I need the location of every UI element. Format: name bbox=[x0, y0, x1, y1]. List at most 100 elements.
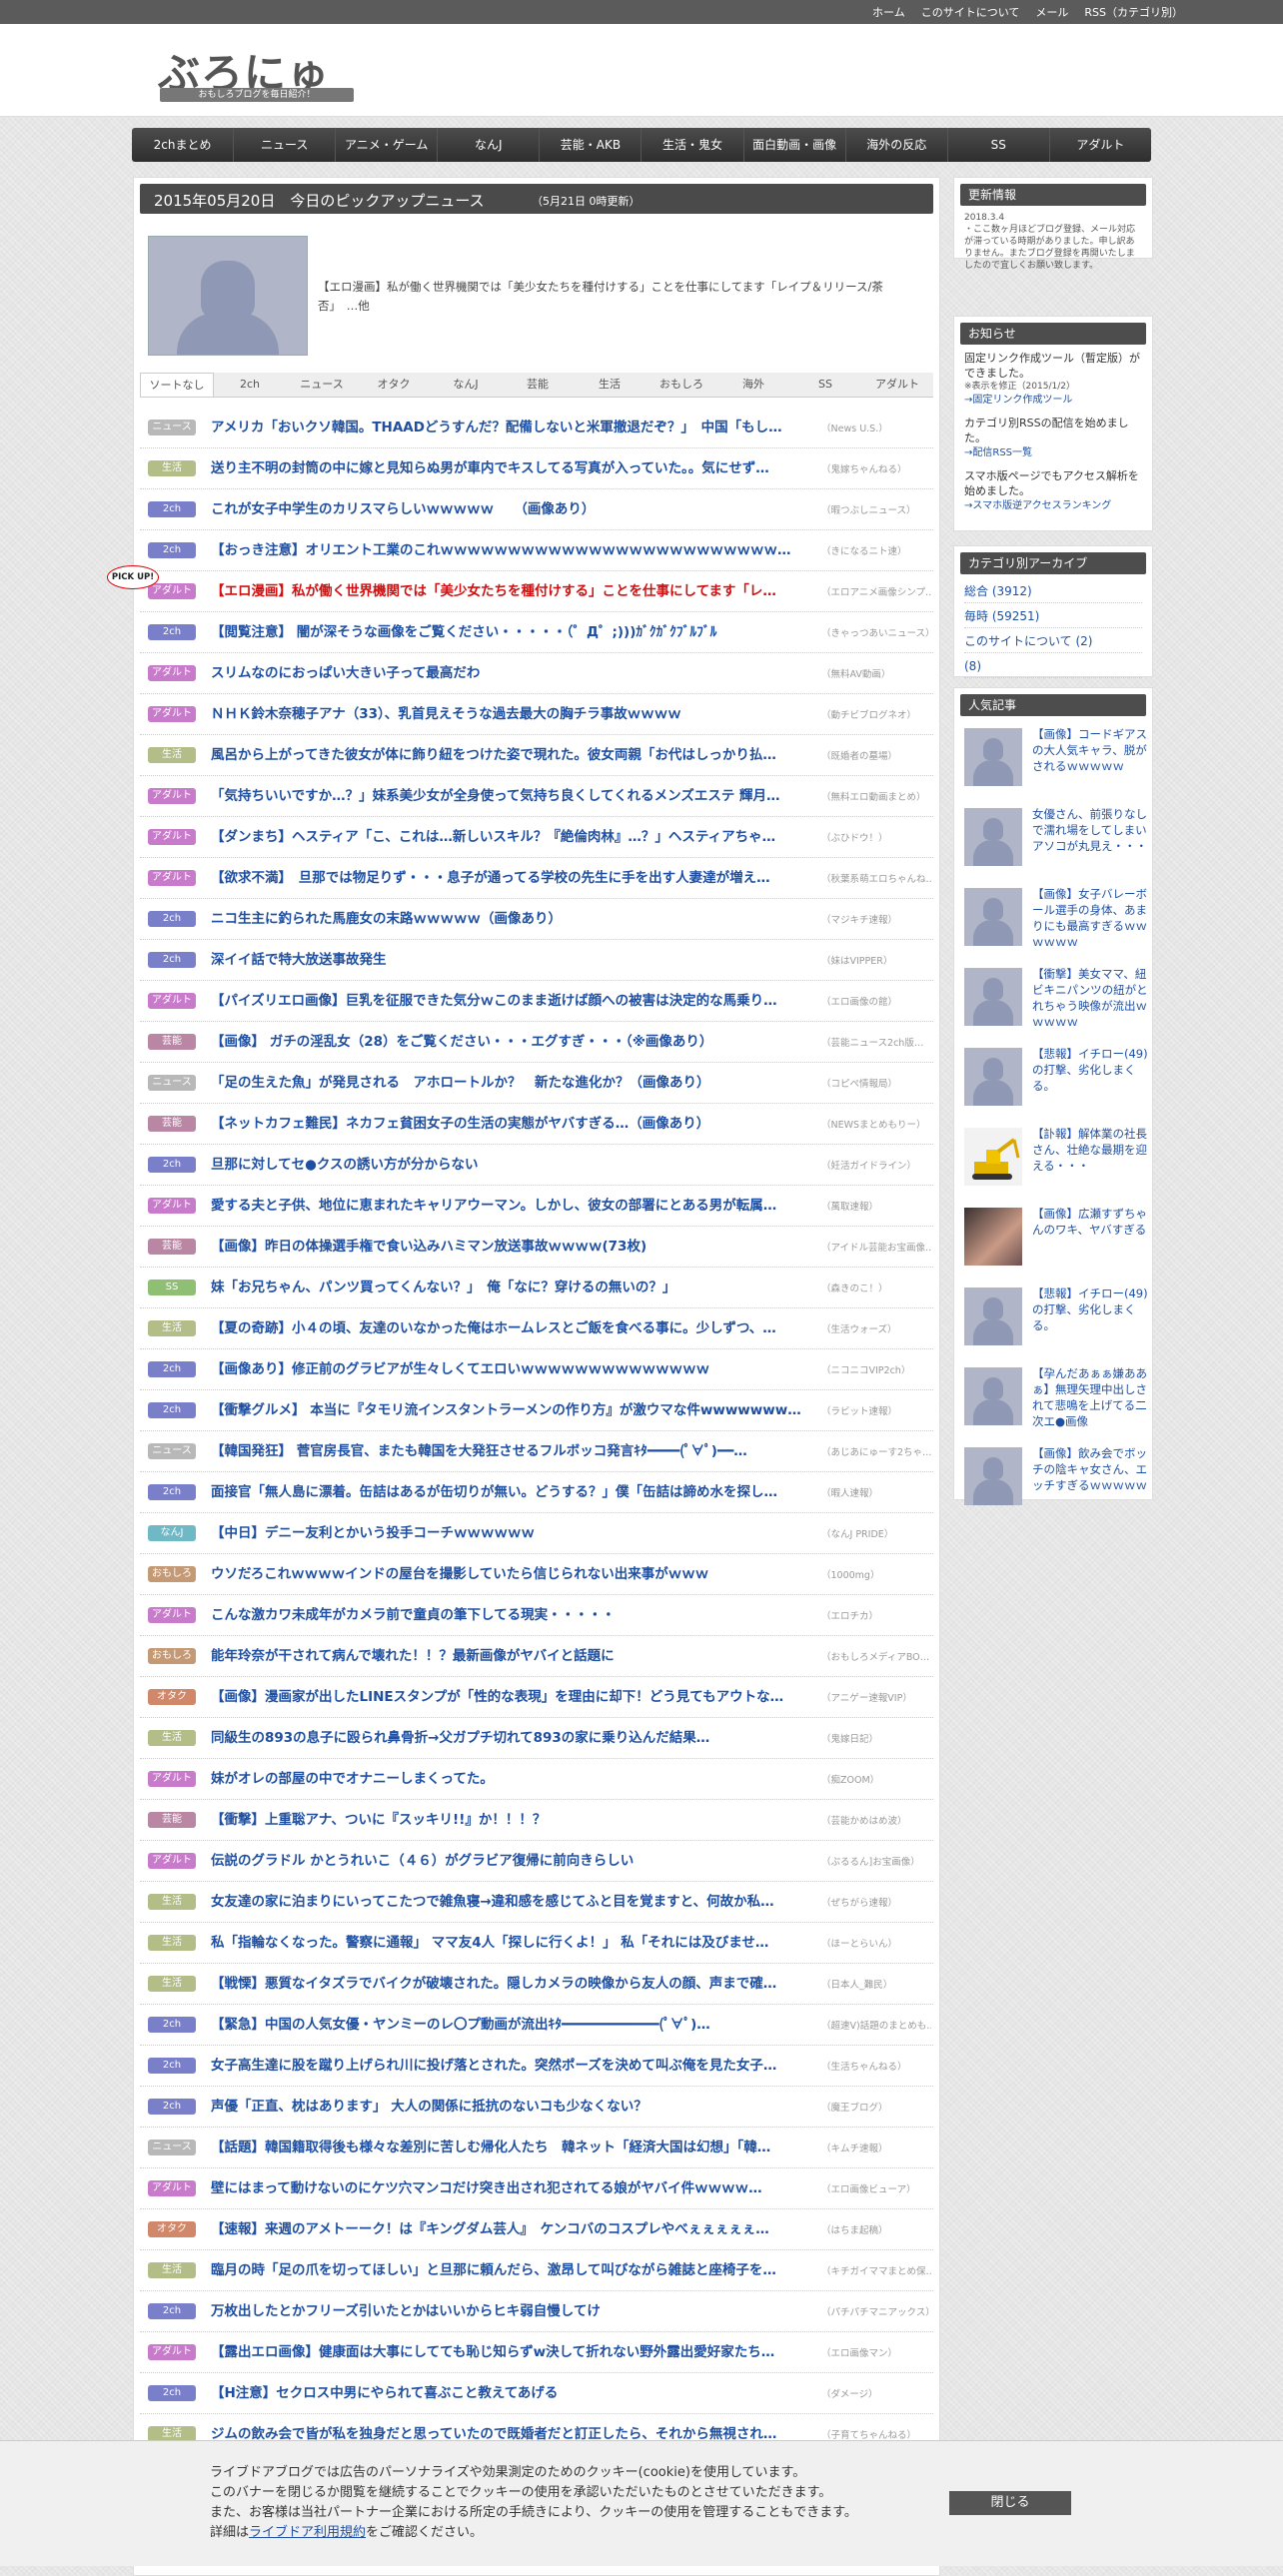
article-title-link[interactable]: ウソだろこれｗｗｗｗインドの屋台を撮影していたら信じられない出来事がｗｗｗ bbox=[211, 1565, 806, 1583]
article-title-link[interactable]: 【露出エロ画像】健康面は大事にしてても恥じ知らずw決して折れない野外露出愛好家た… bbox=[211, 2343, 806, 2361]
article-title-link[interactable]: ＮＨＫ鈴木奈穂子アナ（33）、乳首見えそうな過去最大の胸チラ事故ｗｗｗｗ bbox=[211, 705, 806, 723]
archive-item-all[interactable]: 総合 (3912) bbox=[964, 580, 1142, 603]
pickup-feature[interactable]: 【エロ漫画】私が働く世界機関では「美少女たちを種付けする」ことを仕事にしてます「… bbox=[148, 236, 927, 356]
article-title-link[interactable]: 【衝撃】上重聡アナ、ついに『スッキリ!!』か！！！？ bbox=[211, 1811, 806, 1829]
article-title-link[interactable]: 臨月の時「足の爪を切ってほしい」と旦那に頼んだら、激昂して叫びながら雑誌と座椅子… bbox=[211, 2261, 806, 2279]
article-row[interactable]: 生活 【戦慄】悪質なイタズラでバイクが破壊された。隠しカメラの映像から友人の顔、声… bbox=[140, 1964, 933, 2005]
popular-thumbnail[interactable] bbox=[964, 888, 1022, 946]
popular-title-link[interactable]: 女優さん、前張りなしで濡れ場をしてしまいアソコが丸見え・・・ bbox=[1032, 806, 1150, 854]
popular-item[interactable]: 【悲報】イチロー(49)の打撃、劣化しまくる。 bbox=[964, 1282, 1148, 1361]
nav-item-funny[interactable]: 面白動画・画像 bbox=[744, 128, 846, 162]
popular-thumbnail[interactable] bbox=[964, 1048, 1022, 1106]
article-row[interactable]: ニュース 【話題】韓国籍取得後も様々な差別に苦しむ帰化人たち 韓ネット「経済大国は… bbox=[140, 2128, 933, 2168]
article-title-link[interactable]: 声優「正直、枕はあります」 大人の関係に抵抗のないコも少なくない？ bbox=[211, 2098, 806, 2116]
notice-link-permalink-tool[interactable]: →固定リンク作成ツール bbox=[964, 393, 1142, 408]
archive-item-other[interactable]: (8) bbox=[964, 655, 1142, 678]
article-row[interactable]: アダルト 妹がオレの部屋の中でオナニーしまくってた。 （痴ZOOM） bbox=[140, 1759, 933, 1800]
article-title-link[interactable]: 同級生の893の息子に殴られ鼻骨折→父ガプチ切れて893の家に乗り込んだ結果… bbox=[211, 1729, 806, 1747]
article-title-link[interactable]: 愛する夫と子供、地位に恵まれたキャリアウーマン。しかし、彼女の部署にとある男が転… bbox=[211, 1197, 806, 1215]
article-row[interactable]: 生活 同級生の893の息子に殴られ鼻骨折→父ガプチ切れて893の家に乗り込んだ結果… bbox=[140, 1718, 933, 1759]
article-title-link[interactable]: 【画像あり】修正前のグラビアが生々しくてエロいｗｗｗｗｗｗｗｗｗｗｗｗｗｗ bbox=[211, 1360, 806, 1378]
article-title-link[interactable]: 【戦慄】悪質なイタズラでバイクが破壊された。隠しカメラの映像から友人の顔、声まで… bbox=[211, 1975, 806, 1993]
article-title-link[interactable]: 送り主不明の封筒の中に嫁と見知らぬ男が車内でキスしてる写真が入っていた。。気にせ… bbox=[211, 459, 806, 477]
tab-nanj[interactable]: なんJ bbox=[430, 373, 502, 397]
article-row[interactable]: SS 妹「お兄ちゃん、パンツ買ってくんない？」 俺「なに？穿けるの無いの？」 （森き… bbox=[140, 1268, 933, 1308]
tab-ss[interactable]: SS bbox=[789, 373, 861, 397]
article-row[interactable]: おもしろ 能年玲奈が干されて病んで壊れた！！？最新画像がヤバイと話題に （おもしろメ… bbox=[140, 1636, 933, 1677]
nav-item-ss[interactable]: SS bbox=[948, 128, 1050, 162]
article-row[interactable]: 芸能 【衝撃】上重聡アナ、ついに『スッキリ!!』か！！！？ （芸能かめはめ波） bbox=[140, 1800, 933, 1841]
article-title-link[interactable]: 【韓国発狂】 菅官房長官、またも韓国を大発狂させるフルボッコ発言ｷﾀ━━━━(ﾟ… bbox=[211, 1442, 806, 1460]
popular-item[interactable]: 【訃報】解体業の社長さん、壮絶な最期を迎える・・・ bbox=[964, 1122, 1147, 1202]
article-title-link[interactable]: 【画像】漫画家が出したLINEスタンプが「性的な表現」を理由に却下！どう見てもア… bbox=[211, 1688, 806, 1706]
article-title-link[interactable]: 私「指輪なくなった。警察に通報」 ママ友4人「探しに行くよ！」 私「それには及び… bbox=[211, 1934, 806, 1952]
article-title-link[interactable]: 伝説のグラドル かとうれいこ（４６）がグラビア復帰に前向きらしい bbox=[211, 1852, 806, 1870]
article-title-link[interactable]: 【話題】韓国籍取得後も様々な差別に苦しむ帰化人たち 韓ネット「経済大国は幻想」「… bbox=[211, 2139, 806, 2156]
article-row[interactable]: アダルト スリムなのにおっぱい大きい子って最高だわ （無料AV動画） bbox=[140, 653, 933, 694]
article-row[interactable]: アダルト 【ダンまち】ヘスティア「こ、これは…新しいスキル？『絶倫肉林』…？」ヘス… bbox=[140, 817, 933, 858]
site-logo[interactable]: ぶろにゅー おもしろブログを毎日紹介！ bbox=[158, 44, 358, 159]
article-title-link[interactable]: 【H注意】セクロス中男にやられて喜ぶこと教えてあげる bbox=[211, 2384, 806, 2402]
article-row[interactable]: ニュース アメリカ「おいクソ韓国。THAADどうすんだ？配備しないと米軍撤退だぞ？… bbox=[140, 408, 933, 448]
popular-item[interactable]: 【画像】飲み会でボッチの陰キャ女さん、エッチすぎるｗｗｗｗｗ bbox=[964, 1441, 1147, 1521]
article-row[interactable]: 2ch 面接官「無人島に漂着。缶詰はあるが缶切りが無い。どうする？」僕「缶詰は諦め… bbox=[140, 1472, 933, 1513]
article-row[interactable]: ニュース 【韓国発狂】 菅官房長官、またも韓国を大発狂させるフルボッコ発言ｷﾀ━━… bbox=[140, 1431, 933, 1472]
article-row[interactable]: 生活 私「指輪なくなった。警察に通報」 ママ友4人「探しに行くよ！」 私「それには… bbox=[140, 1923, 933, 1964]
cookie-close-button[interactable]: 閉じる bbox=[949, 2491, 1071, 2515]
article-row[interactable]: 2ch これが女子中学生のカリスマらしいｗｗｗｗｗ （画像あり） （暇つぶしニュース… bbox=[140, 489, 933, 530]
article-row[interactable]: アダルト ＮＨＫ鈴木奈穂子アナ（33）、乳首見えそうな過去最大の胸チラ事故ｗｗｗｗ… bbox=[140, 694, 933, 735]
popular-thumbnail[interactable] bbox=[964, 1208, 1022, 1266]
article-row[interactable]: 生活 風呂から上がってきた彼女が体に飾り紐をつけた姿で現れた。彼女両親「お代はしっ… bbox=[140, 735, 933, 776]
article-row[interactable]: アダルト 壁にはまって動けないのにケツ穴マンコだけ突き出され犯されてる娘がヤバイ件… bbox=[140, 2168, 933, 2209]
nav-item-2ch[interactable]: 2chまとめ bbox=[132, 128, 235, 162]
popular-thumbnail[interactable] bbox=[964, 808, 1022, 866]
article-row[interactable]: オタク 【速報】来週のアメトーーク！は『キングダム芸人』 ケンコバのコスプレやべぇ… bbox=[140, 2209, 933, 2250]
article-row[interactable]: ニュース 「足の生えた魚」が発見される アホロートルか？ 新たな進化か？（画像あり… bbox=[140, 1063, 933, 1104]
article-title-link[interactable]: ニコ生主に釣られた馬鹿女の末路ｗｗｗｗｗ（画像あり） bbox=[211, 910, 806, 928]
popular-item[interactable]: 【画像】広瀬すずちゃんのワキ、ヤバすぎる bbox=[964, 1202, 1147, 1282]
article-title-link[interactable]: 【パイズリエロ画像】巨乳を征服できた気分ｗこのまま逝けば顔への被害は決定的な馬乗… bbox=[211, 992, 806, 1010]
top-link-rss[interactable]: RSS（カテゴリ別） bbox=[1084, 4, 1183, 20]
article-row[interactable]: 2ch 深イイ話で特大放送事故発生 （妹はVIPPER） bbox=[140, 940, 933, 981]
article-row[interactable]: 2ch 【衝撃グルメ】 本当に『タモリ流インスタントラーメンの作り方』が激ウマな件… bbox=[140, 1390, 933, 1431]
cookie-terms-link[interactable]: ライブドア利用規約 bbox=[249, 2525, 366, 2540]
popular-item[interactable]: 【画像】コードギアスの大人気キャラ、脱がされるｗｗｗｗｗ bbox=[964, 722, 1147, 802]
article-row[interactable]: なんJ 【中日】デニー友利とかいう投手コーチｗｗｗｗｗｗ （なんJ PRIDE） bbox=[140, 1513, 933, 1554]
tab-2ch[interactable]: 2ch bbox=[214, 373, 286, 397]
article-title-link[interactable]: 【ダンまち】ヘスティア「こ、これは…新しいスキル？『絶倫肉林』…？」ヘスティアち… bbox=[211, 828, 806, 846]
feature-thumbnail[interactable] bbox=[148, 236, 308, 356]
article-title-link[interactable]: 壁にはまって動けないのにケツ穴マンコだけ突き出され犯されてる娘がヤバイ件ｗｗｗｗ… bbox=[211, 2179, 806, 2197]
popular-item[interactable]: 【衝撃】美女ママ、紐ビキニパンツの紐がとれちゃう映像が流出ｗｗｗｗｗ bbox=[964, 962, 1148, 1042]
popular-title-link[interactable]: 【訃報】解体業の社長さん、壮絶な最期を迎える・・・ bbox=[1032, 1126, 1150, 1174]
article-row[interactable]: アダルト 「気持ちいいですか…？」妹系美少女が全身使って気持ち良くしてくれるメンズ… bbox=[140, 776, 933, 817]
article-title-link[interactable]: 【ネットカフェ難民】ネカフェ貧困女子の生活の実態がヤバすぎる…（画像あり） bbox=[211, 1115, 806, 1133]
article-row[interactable]: 2ch 【おっき注意】オリエント工業のこれｗｗｗｗｗｗｗｗｗｗｗｗｗｗｗｗｗｗｗｗ… bbox=[140, 530, 933, 571]
article-row[interactable]: 生活 【夏の奇跡】小４の頃、友達のいなかった俺はホームレスとご飯を食べる事に。少し… bbox=[140, 1308, 933, 1349]
nav-item-news[interactable]: ニュース bbox=[234, 128, 337, 162]
popular-item[interactable]: 【悲報】イチロー(49)の打撃、劣化しまくる。 bbox=[964, 1042, 1148, 1122]
article-row[interactable]: 2ch 旦那に対してセ●クスの誘い方が分からない （妊活ガイドライン） bbox=[140, 1145, 933, 1186]
article-title-link[interactable]: 【エロ漫画】私が働く世界機関では「美少女たちを種付けする」ことを仕事にしてます「… bbox=[211, 582, 806, 600]
nav-item-anime-game[interactable]: アニメ・ゲーム bbox=[336, 128, 439, 162]
article-row[interactable]: アダルト 愛する夫と子供、地位に恵まれたキャリアウーマン。しかし、彼女の部署にとあ… bbox=[140, 1186, 933, 1227]
article-title-link[interactable]: 【画像】昨日の体操選手権で食い込みハミマン放送事故ｗｗｗｗ(73枚) bbox=[211, 1238, 806, 1256]
article-row[interactable]: アダルト 【欲求不満】 旦那では物足りず・・・息子が通ってる学校の先生に手を出す人… bbox=[140, 858, 933, 899]
article-title-link[interactable]: 【閲覧注意】 闇が深そうな画像をご覧ください・・・・・（゜Д゜;)))ｶﾞｸｶﾞ… bbox=[211, 623, 806, 641]
article-title-link[interactable]: アメリカ「おいクソ韓国。THAADどうすんだ？配備しないと米軍撤退だぞ？」 中国… bbox=[211, 419, 806, 436]
article-title-link[interactable]: 【緊急】中国の人気女優・ヤンミーのレ〇プ動画が流出ｷﾀ━━━━━━━━━━━━(… bbox=[211, 2016, 806, 2034]
popular-thumbnail[interactable] bbox=[964, 1288, 1022, 1345]
article-title-link[interactable]: 能年玲奈が干されて病んで壊れた！！？最新画像がヤバイと話題に bbox=[211, 1647, 806, 1665]
article-title-link[interactable]: 【衝撃グルメ】 本当に『タモリ流インスタントラーメンの作り方』が激ウマな件www… bbox=[211, 1401, 806, 1419]
popular-title-link[interactable]: 【悲報】イチロー(49)の打撃、劣化しまくる。 bbox=[1032, 1046, 1150, 1094]
tab-unsorted[interactable]: ソートなし bbox=[140, 373, 214, 397]
popular-thumbnail[interactable] bbox=[964, 968, 1022, 1026]
popular-title-link[interactable]: 【衝撃】美女ママ、紐ビキニパンツの紐がとれちゃう映像が流出ｗｗｗｗｗ bbox=[1032, 966, 1150, 1030]
popular-title-link[interactable]: 【悲報】イチロー(49)の打撃、劣化しまくる。 bbox=[1032, 1286, 1150, 1333]
article-title-link[interactable]: これが女子中学生のカリスマらしいｗｗｗｗｗ （画像あり） bbox=[211, 500, 806, 518]
article-row[interactable]: 2ch ニコ生主に釣られた馬鹿女の末路ｗｗｗｗｗ（画像あり） （マジキチ速報） bbox=[140, 899, 933, 940]
article-row[interactable]: 2ch 【閲覧注意】 闇が深そうな画像をご覧ください・・・・・（゜Д゜;)))ｶﾞ… bbox=[140, 612, 933, 653]
tab-life[interactable]: 生活 bbox=[574, 373, 645, 397]
article-title-link[interactable]: 風呂から上がってきた彼女が体に飾り紐をつけた姿で現れた。彼女両親「お代はしっかり… bbox=[211, 746, 806, 764]
article-row[interactable]: 2ch 【H注意】セクロス中男にやられて喜ぶこと教えてあげる （ダメージ） bbox=[140, 2373, 933, 2414]
tab-news[interactable]: ニュース bbox=[286, 373, 358, 397]
